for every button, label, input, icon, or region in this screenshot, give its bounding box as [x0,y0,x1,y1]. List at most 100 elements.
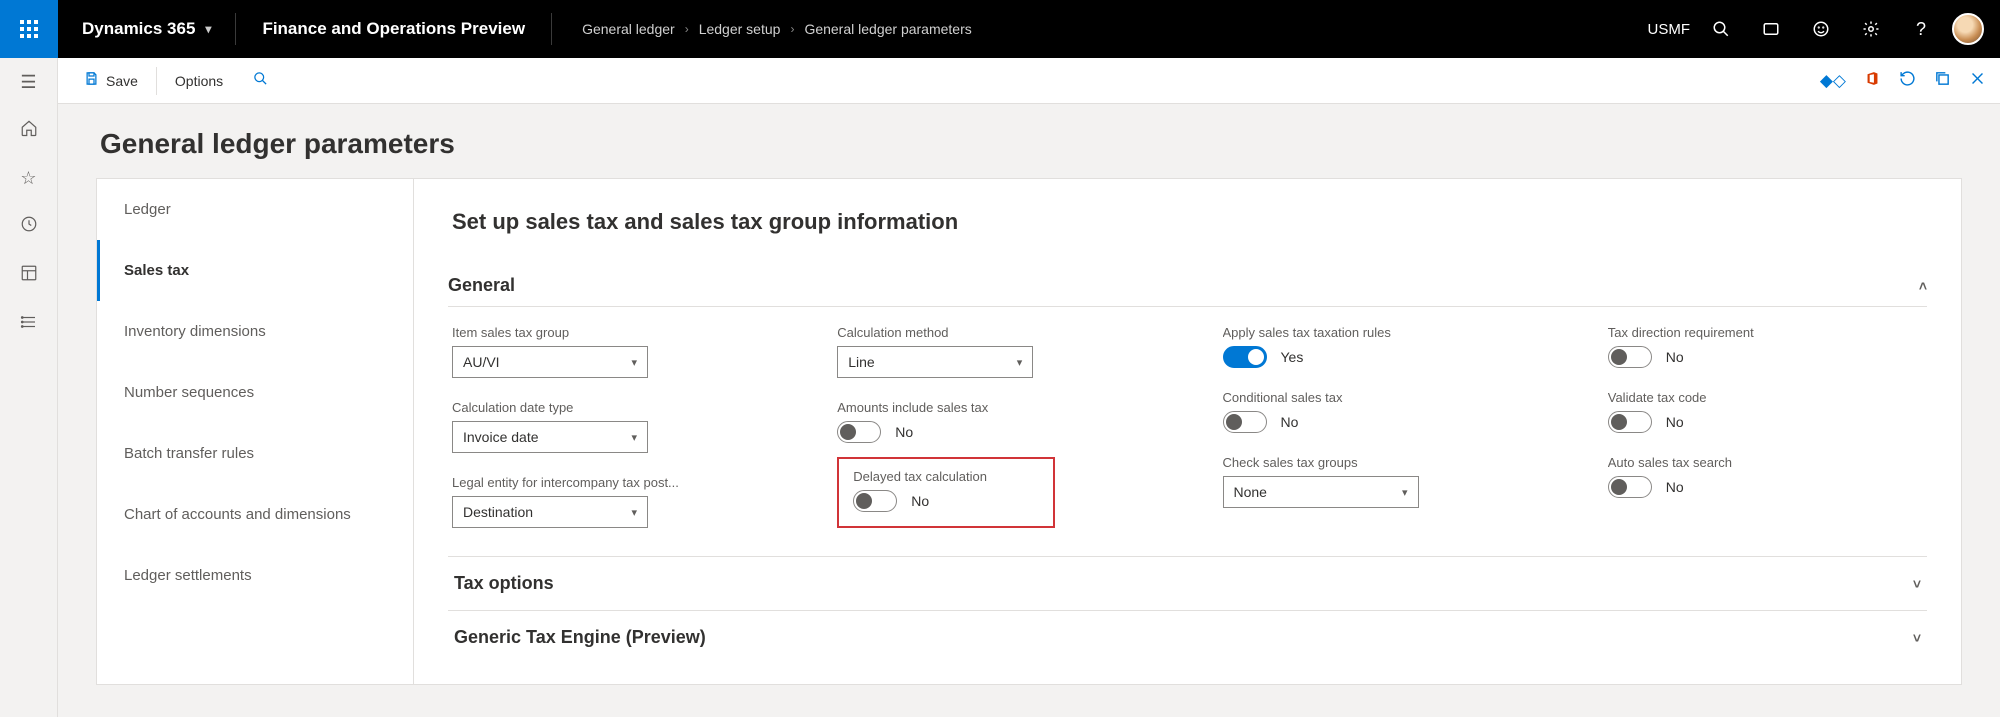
general-fields: Item sales tax group AU/VI ▾ Calculation… [448,307,1927,556]
company-code[interactable]: USMF [1648,21,1691,38]
workspaces-icon[interactable] [20,264,38,287]
module-name: Finance and Operations Preview [236,19,551,39]
breadcrumb-item[interactable]: Ledger setup [699,21,781,37]
calculation-method-select[interactable]: Line ▾ [837,346,1033,378]
tax-direction-toggle[interactable] [1608,346,1652,368]
home-icon[interactable] [20,119,38,142]
amounts-include-toggle[interactable] [837,421,881,443]
search-icon[interactable] [1696,0,1746,58]
gear-icon[interactable] [1846,0,1896,58]
chevron-right-icon: › [790,22,794,36]
help-icon[interactable]: ? [1896,0,1946,58]
chevron-down-icon: ˅ [1913,630,1921,646]
chevron-up-icon: ˄ [1919,278,1927,294]
field-label: Validate tax code [1608,390,1868,405]
toggle-value: Yes [1281,349,1304,365]
legal-entity-intercompany-select[interactable]: Destination ▾ [452,496,648,528]
field-check-sales-tax-groups: Check sales tax groups None ▾ [1223,455,1538,508]
avatar[interactable] [1952,13,1984,45]
breadcrumb-item[interactable]: General ledger [582,21,675,37]
find-button[interactable] [241,65,280,96]
options-button[interactable]: Options [163,67,235,95]
brand-dropdown[interactable]: Dynamics 365 ▾ [58,0,235,58]
chevron-right-icon: › [685,22,689,36]
refresh-icon[interactable] [1899,70,1916,92]
item-sales-tax-group-select[interactable]: AU/VI ▾ [452,346,648,378]
chevron-down-icon: ▾ [631,506,637,519]
tab-batch-transfer-rules[interactable]: Batch transfer rules [97,423,413,484]
auto-sales-tax-search-toggle[interactable] [1608,476,1652,498]
breadcrumb-item[interactable]: General ledger parameters [804,21,971,37]
hamburger-icon[interactable]: ☰ [20,72,36,93]
feedback-icon[interactable] [1796,0,1846,58]
check-sales-tax-groups-select[interactable]: None ▾ [1223,476,1419,508]
modules-icon[interactable] [20,313,38,336]
field-label: Amounts include sales tax [837,400,1097,415]
toggle-value: No [1666,479,1684,495]
field-label: Conditional sales tax [1223,390,1483,405]
form-area: Set up sales tax and sales tax group inf… [414,178,1962,685]
field-label: Delayed tax calculation [853,469,1039,484]
apply-rules-toggle[interactable] [1223,346,1267,368]
field-label: Item sales tax group [452,325,712,340]
fasttab-general-label: General [448,275,515,296]
office-icon[interactable] [1864,70,1881,92]
field-conditional-sales-tax: Conditional sales tax No [1223,390,1538,433]
popout-icon[interactable] [1934,70,1951,92]
global-header-right: USMF ? [1648,0,2000,58]
chevron-down-icon: ˅ [1913,576,1921,592]
tab-ledger[interactable]: Ledger [97,179,413,240]
fasttab-label: Generic Tax Engine (Preview) [454,627,706,648]
field-validate-tax-code: Validate tax code No [1608,390,1923,433]
recent-icon[interactable] [20,215,38,238]
chevron-down-icon: ▾ [1402,486,1408,499]
field-apply-taxation-rules: Apply sales tax taxation rules Yes [1223,325,1538,368]
select-value: Line [848,354,874,370]
fasttab-label: Tax options [454,573,554,594]
app-launcher-icon[interactable] [0,0,58,58]
page-title: General ledger parameters [100,128,1962,160]
toggle-value: No [1666,349,1684,365]
field-auto-sales-tax-search: Auto sales tax search No [1608,455,1923,498]
field-tax-direction-requirement: Tax direction requirement No [1608,325,1923,368]
favorites-icon[interactable]: ☆ [20,168,36,189]
chevron-down-icon: ▾ [1017,356,1023,369]
field-item-sales-tax-group: Item sales tax group AU/VI ▾ [452,325,767,378]
action-pane: Save Options ◆◇ [58,58,2000,104]
tab-ledger-settlements[interactable]: Ledger settlements [97,545,413,606]
fasttab-generic-tax-engine[interactable]: Generic Tax Engine (Preview) ˅ [448,610,1927,664]
page-body: General ledger parameters Ledger Sales t… [58,104,2000,717]
field-label: Apply sales tax taxation rules [1223,325,1483,340]
field-calculation-date-type: Calculation date type Invoice date ▾ [452,400,767,453]
close-icon[interactable] [1969,70,1986,92]
save-label: Save [106,73,138,89]
field-calculation-method: Calculation method Line ▾ [837,325,1152,378]
search-icon [253,71,268,90]
delayed-tax-toggle[interactable] [853,490,897,512]
calculation-date-type-select[interactable]: Invoice date ▾ [452,421,648,453]
field-label: Check sales tax groups [1223,455,1483,470]
tab-number-sequences[interactable]: Number sequences [97,362,413,423]
field-amounts-include-sales-tax: Amounts include sales tax No [837,400,1152,443]
toggle-value: No [895,424,913,440]
tab-sales-tax[interactable]: Sales tax [97,240,413,301]
delayed-tax-highlight: Delayed tax calculation No [837,457,1055,528]
fasttab-tax-options[interactable]: Tax options ˅ [448,556,1927,610]
divider [156,67,157,95]
conditional-sales-tax-toggle[interactable] [1223,411,1267,433]
field-legal-entity-intercompany: Legal entity for intercompany tax post..… [452,475,767,528]
personalize-icon[interactable]: ◆◇ [1820,71,1846,91]
field-label: Auto sales tax search [1608,455,1868,470]
fasttab-general-header[interactable]: General ˄ [448,265,1927,307]
validate-tax-code-toggle[interactable] [1608,411,1652,433]
select-value: Invoice date [463,429,539,445]
tab-chart-of-accounts[interactable]: Chart of accounts and dimensions [97,484,413,545]
messages-icon[interactable] [1746,0,1796,58]
toggle-value: No [911,493,929,509]
select-value: AU/VI [463,354,500,370]
field-label: Calculation date type [452,400,712,415]
save-button[interactable]: Save [72,65,150,96]
toggle-value: No [1281,414,1299,430]
chevron-down-icon: ▾ [205,22,211,36]
tab-inventory-dimensions[interactable]: Inventory dimensions [97,301,413,362]
